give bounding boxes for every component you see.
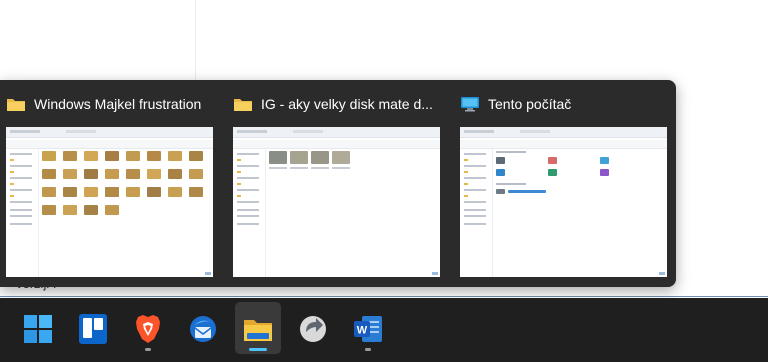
taskbar-start-button[interactable] (15, 302, 61, 354)
brave-browser-icon (136, 315, 160, 343)
this-pc-icon (461, 97, 479, 112)
taskbar-file-explorer-button[interactable] (235, 302, 281, 354)
taskbar-app-button[interactable] (290, 302, 336, 354)
circular-arrow-app-icon (300, 316, 326, 342)
background-border (0, 296, 768, 297)
taskbar-brave-button[interactable] (125, 302, 171, 354)
folder-icon (7, 99, 25, 111)
window-thumbnail-1[interactable]: Windows Majkel frustration (0, 80, 214, 287)
thumbnail-title-bar: Windows Majkel frustration (6, 93, 211, 115)
taskbar: W (0, 298, 768, 362)
active-indicator (249, 348, 267, 351)
trello-icon (79, 314, 107, 344)
window-preview (233, 127, 440, 277)
thumbnail-title-bar: Tento počítač (460, 93, 665, 115)
background-divider (195, 0, 196, 85)
running-indicator (145, 348, 151, 351)
window-preview (460, 127, 667, 277)
taskbar-trello-button[interactable] (70, 302, 116, 354)
taskbar-thunderbird-button[interactable] (180, 302, 226, 354)
window-thumbnail-3[interactable]: Tento počítač (454, 80, 668, 287)
thunderbird-mail-icon (190, 316, 216, 342)
thumbnail-title: IG - aky velky disk mate d... (261, 96, 433, 112)
folder-icon (234, 99, 252, 111)
windows-start-icon (24, 315, 52, 343)
taskbar-word-button[interactable]: W (345, 302, 391, 354)
thumbnail-title-bar: IG - aky velky disk mate d... (233, 93, 438, 115)
window-thumbnail-2[interactable]: IG - aky velky disk mate d... (227, 80, 441, 287)
svg-text:W: W (357, 325, 368, 337)
taskbar-thumbnail-popup: Windows Majkel frustration IG - aky velk… (0, 80, 676, 287)
running-indicator (365, 348, 371, 351)
thumbnail-title: Tento počítač (488, 96, 572, 112)
thumbnail-title: Windows Majkel frustration (34, 96, 202, 112)
window-preview (6, 127, 213, 277)
word-icon: W (354, 316, 382, 342)
file-explorer-icon (244, 320, 272, 341)
